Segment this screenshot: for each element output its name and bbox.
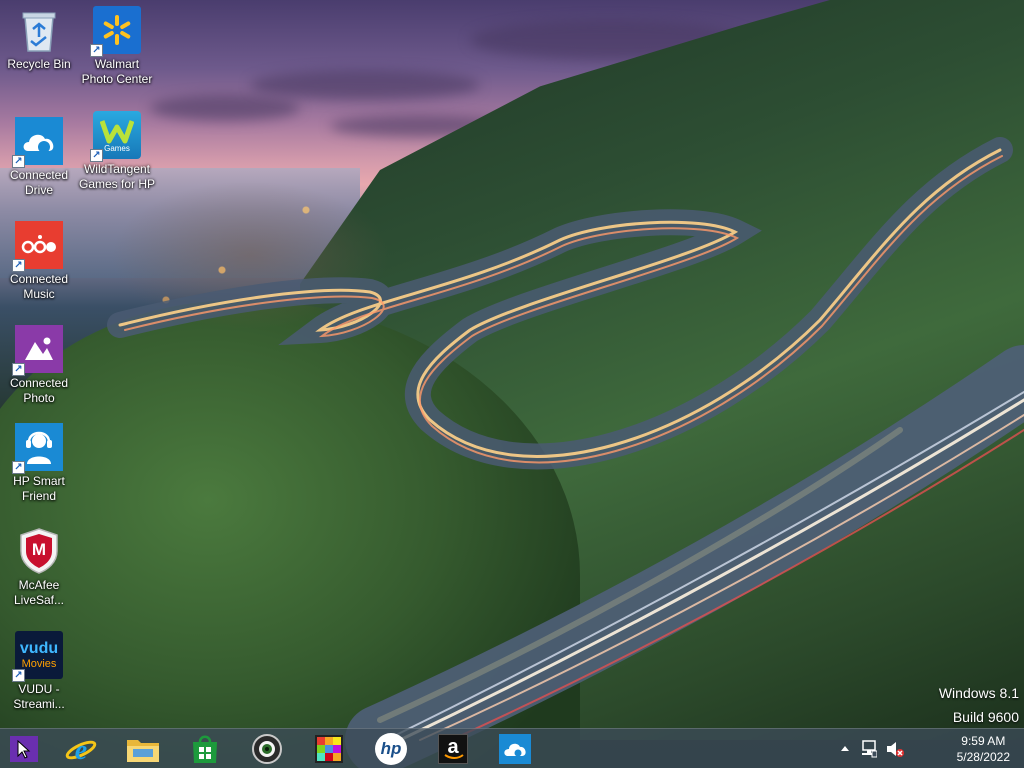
- taskbar-internet-explorer[interactable]: e: [52, 730, 110, 768]
- taskbar-photo-app[interactable]: [300, 730, 358, 768]
- photo-icon: ↗: [12, 325, 63, 376]
- desktop-icon-recycle-bin[interactable]: Recycle Bin: [0, 6, 78, 72]
- music-icon: ↗: [12, 221, 63, 272]
- shortcut-arrow-icon: ↗: [90, 44, 103, 57]
- recycle-bin-icon: [15, 6, 63, 54]
- hp-logo-icon: hp: [375, 733, 407, 765]
- desktop-icon-label: Walmart Photo Center: [81, 57, 153, 86]
- taskbar-clock[interactable]: 9:59 AM 5/28/2022: [957, 733, 1010, 765]
- shortcut-arrow-icon: ↗: [12, 363, 25, 376]
- support-headset-icon: ↗: [12, 423, 63, 474]
- start-button[interactable]: [4, 730, 44, 768]
- desktop-icon-connected-photo[interactable]: ↗ Connected Photo: [0, 325, 78, 406]
- wildtangent-icon: Games ↗: [90, 111, 141, 162]
- taskbar: e hp a 9:59 AM 5/28/2022: [0, 728, 1024, 768]
- desktop-icon-connected-drive[interactable]: ↗ Connected Drive: [0, 117, 78, 198]
- shortcut-arrow-icon: ↗: [12, 259, 25, 272]
- wildtangent-tile-text: Games: [104, 143, 130, 153]
- folder-icon: [127, 740, 159, 762]
- network-icon[interactable]: [861, 740, 878, 761]
- vudu-icon: vudu Movies ↗: [12, 631, 63, 682]
- colorful-grid-icon: [315, 735, 343, 763]
- windows-version-watermark: Windows 8.1: [938, 685, 1019, 701]
- desktop-icon-label: Recycle Bin: [7, 57, 71, 71]
- shortcut-arrow-icon: ↗: [12, 461, 25, 474]
- clock-time: 9:59 AM: [961, 734, 1006, 748]
- vudu-tile-text: vudu: [19, 640, 59, 657]
- desktop-icon-label: Connected Drive: [9, 168, 69, 197]
- desktop-icon-label: HP Smart Friend: [13, 474, 65, 503]
- taskbar-amazon[interactable]: a: [424, 730, 482, 768]
- desktop-icon-label: McAfee LiveSaf...: [13, 578, 65, 607]
- taskbar-hp[interactable]: hp: [362, 730, 420, 768]
- taskbar-store[interactable]: [176, 730, 234, 768]
- desktop-icon-label: Connected Music: [9, 272, 69, 301]
- start-icon: [10, 736, 38, 762]
- hp-logo-text: hp: [380, 739, 402, 758]
- shortcut-arrow-icon: ↗: [12, 669, 25, 682]
- desktop-icon-label: WildTangent Games for HP: [78, 162, 156, 191]
- cloud-drive-icon: [499, 734, 531, 764]
- internet-explorer-icon: e: [65, 735, 97, 765]
- desktop-icon-wildtangent-games[interactable]: Games ↗ WildTangent Games for HP: [78, 111, 156, 192]
- desktop-icon-walmart-photo-center[interactable]: ↗ Walmart Photo Center: [78, 6, 156, 87]
- desktop-icon-label: Connected Photo: [9, 376, 69, 405]
- volume-muted-icon[interactable]: [886, 740, 904, 761]
- shortcut-arrow-icon: ↗: [90, 149, 103, 162]
- svg-text:e: e: [75, 735, 87, 765]
- amazon-icon: a: [438, 734, 468, 764]
- store-icon: [193, 735, 217, 763]
- windows-build-watermark: Build 9600: [952, 709, 1019, 725]
- desktop-icon-connected-music[interactable]: ↗ Connected Music: [0, 221, 78, 302]
- walmart-icon: ↗: [90, 6, 141, 57]
- mcafee-shield-icon: M: [15, 527, 63, 575]
- taskbar-connected-drive[interactable]: [486, 730, 544, 768]
- desktop-icon-mcafee-livesafe[interactable]: M McAfee LiveSaf...: [0, 527, 78, 608]
- camera-icon: [252, 734, 282, 764]
- shortcut-arrow-icon: ↗: [12, 155, 25, 168]
- show-hidden-icons-chevron-icon[interactable]: [840, 741, 850, 755]
- desktop-icon-label: VUDU - Streami...: [13, 682, 65, 711]
- cloud-drive-icon: ↗: [12, 117, 63, 168]
- vudu-tile-subtext: Movies: [21, 658, 57, 670]
- taskbar-file-explorer[interactable]: [114, 730, 172, 768]
- desktop-icon-vudu[interactable]: vudu Movies ↗ VUDU - Streami...: [0, 631, 78, 712]
- clock-date: 5/28/2022: [956, 750, 1010, 764]
- mcafee-tile-text: M: [31, 540, 47, 559]
- taskbar-camera-app[interactable]: [238, 730, 296, 768]
- desktop-icon-hp-smart-friend[interactable]: ↗ HP Smart Friend: [0, 423, 78, 504]
